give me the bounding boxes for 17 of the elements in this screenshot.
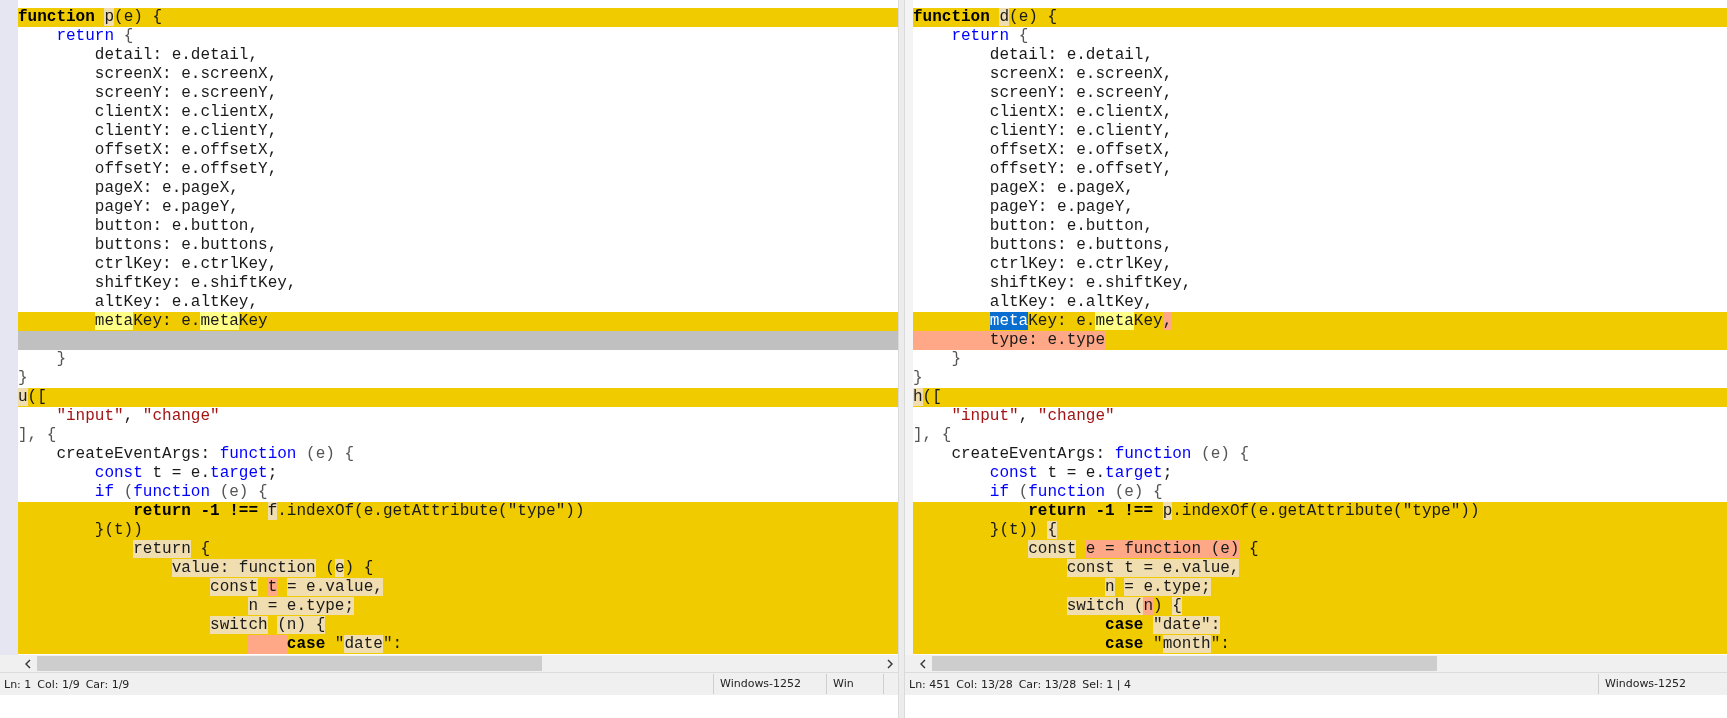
horizontal-scrollbar[interactable] bbox=[905, 655, 1727, 672]
scroll-right-icon[interactable] bbox=[886, 658, 894, 669]
status-text: Ln: 1 bbox=[4, 677, 32, 691]
scroll-left-icon[interactable] bbox=[919, 658, 927, 669]
horizontal-scrollbar[interactable] bbox=[0, 655, 898, 672]
status-text: Car: 1/9 bbox=[85, 677, 130, 691]
encoding-label: Windows-1252 bbox=[713, 674, 826, 694]
scrollbar-thumb[interactable] bbox=[37, 656, 542, 671]
line-endings-label: Win bbox=[826, 674, 884, 694]
status-text: Ln: 451 bbox=[909, 677, 951, 691]
status-text: Col: 1/9 bbox=[37, 677, 80, 691]
status-text: Sel: 1 | 4 bbox=[1082, 677, 1132, 691]
status-text: Car: 13/28 bbox=[1018, 677, 1077, 691]
encoding-label: Windows-1252 bbox=[1598, 674, 1719, 694]
scroll-left-icon[interactable] bbox=[24, 658, 32, 669]
status-text: Col: 13/28 bbox=[956, 677, 1013, 691]
scrollbar-thumb[interactable] bbox=[932, 656, 1437, 671]
